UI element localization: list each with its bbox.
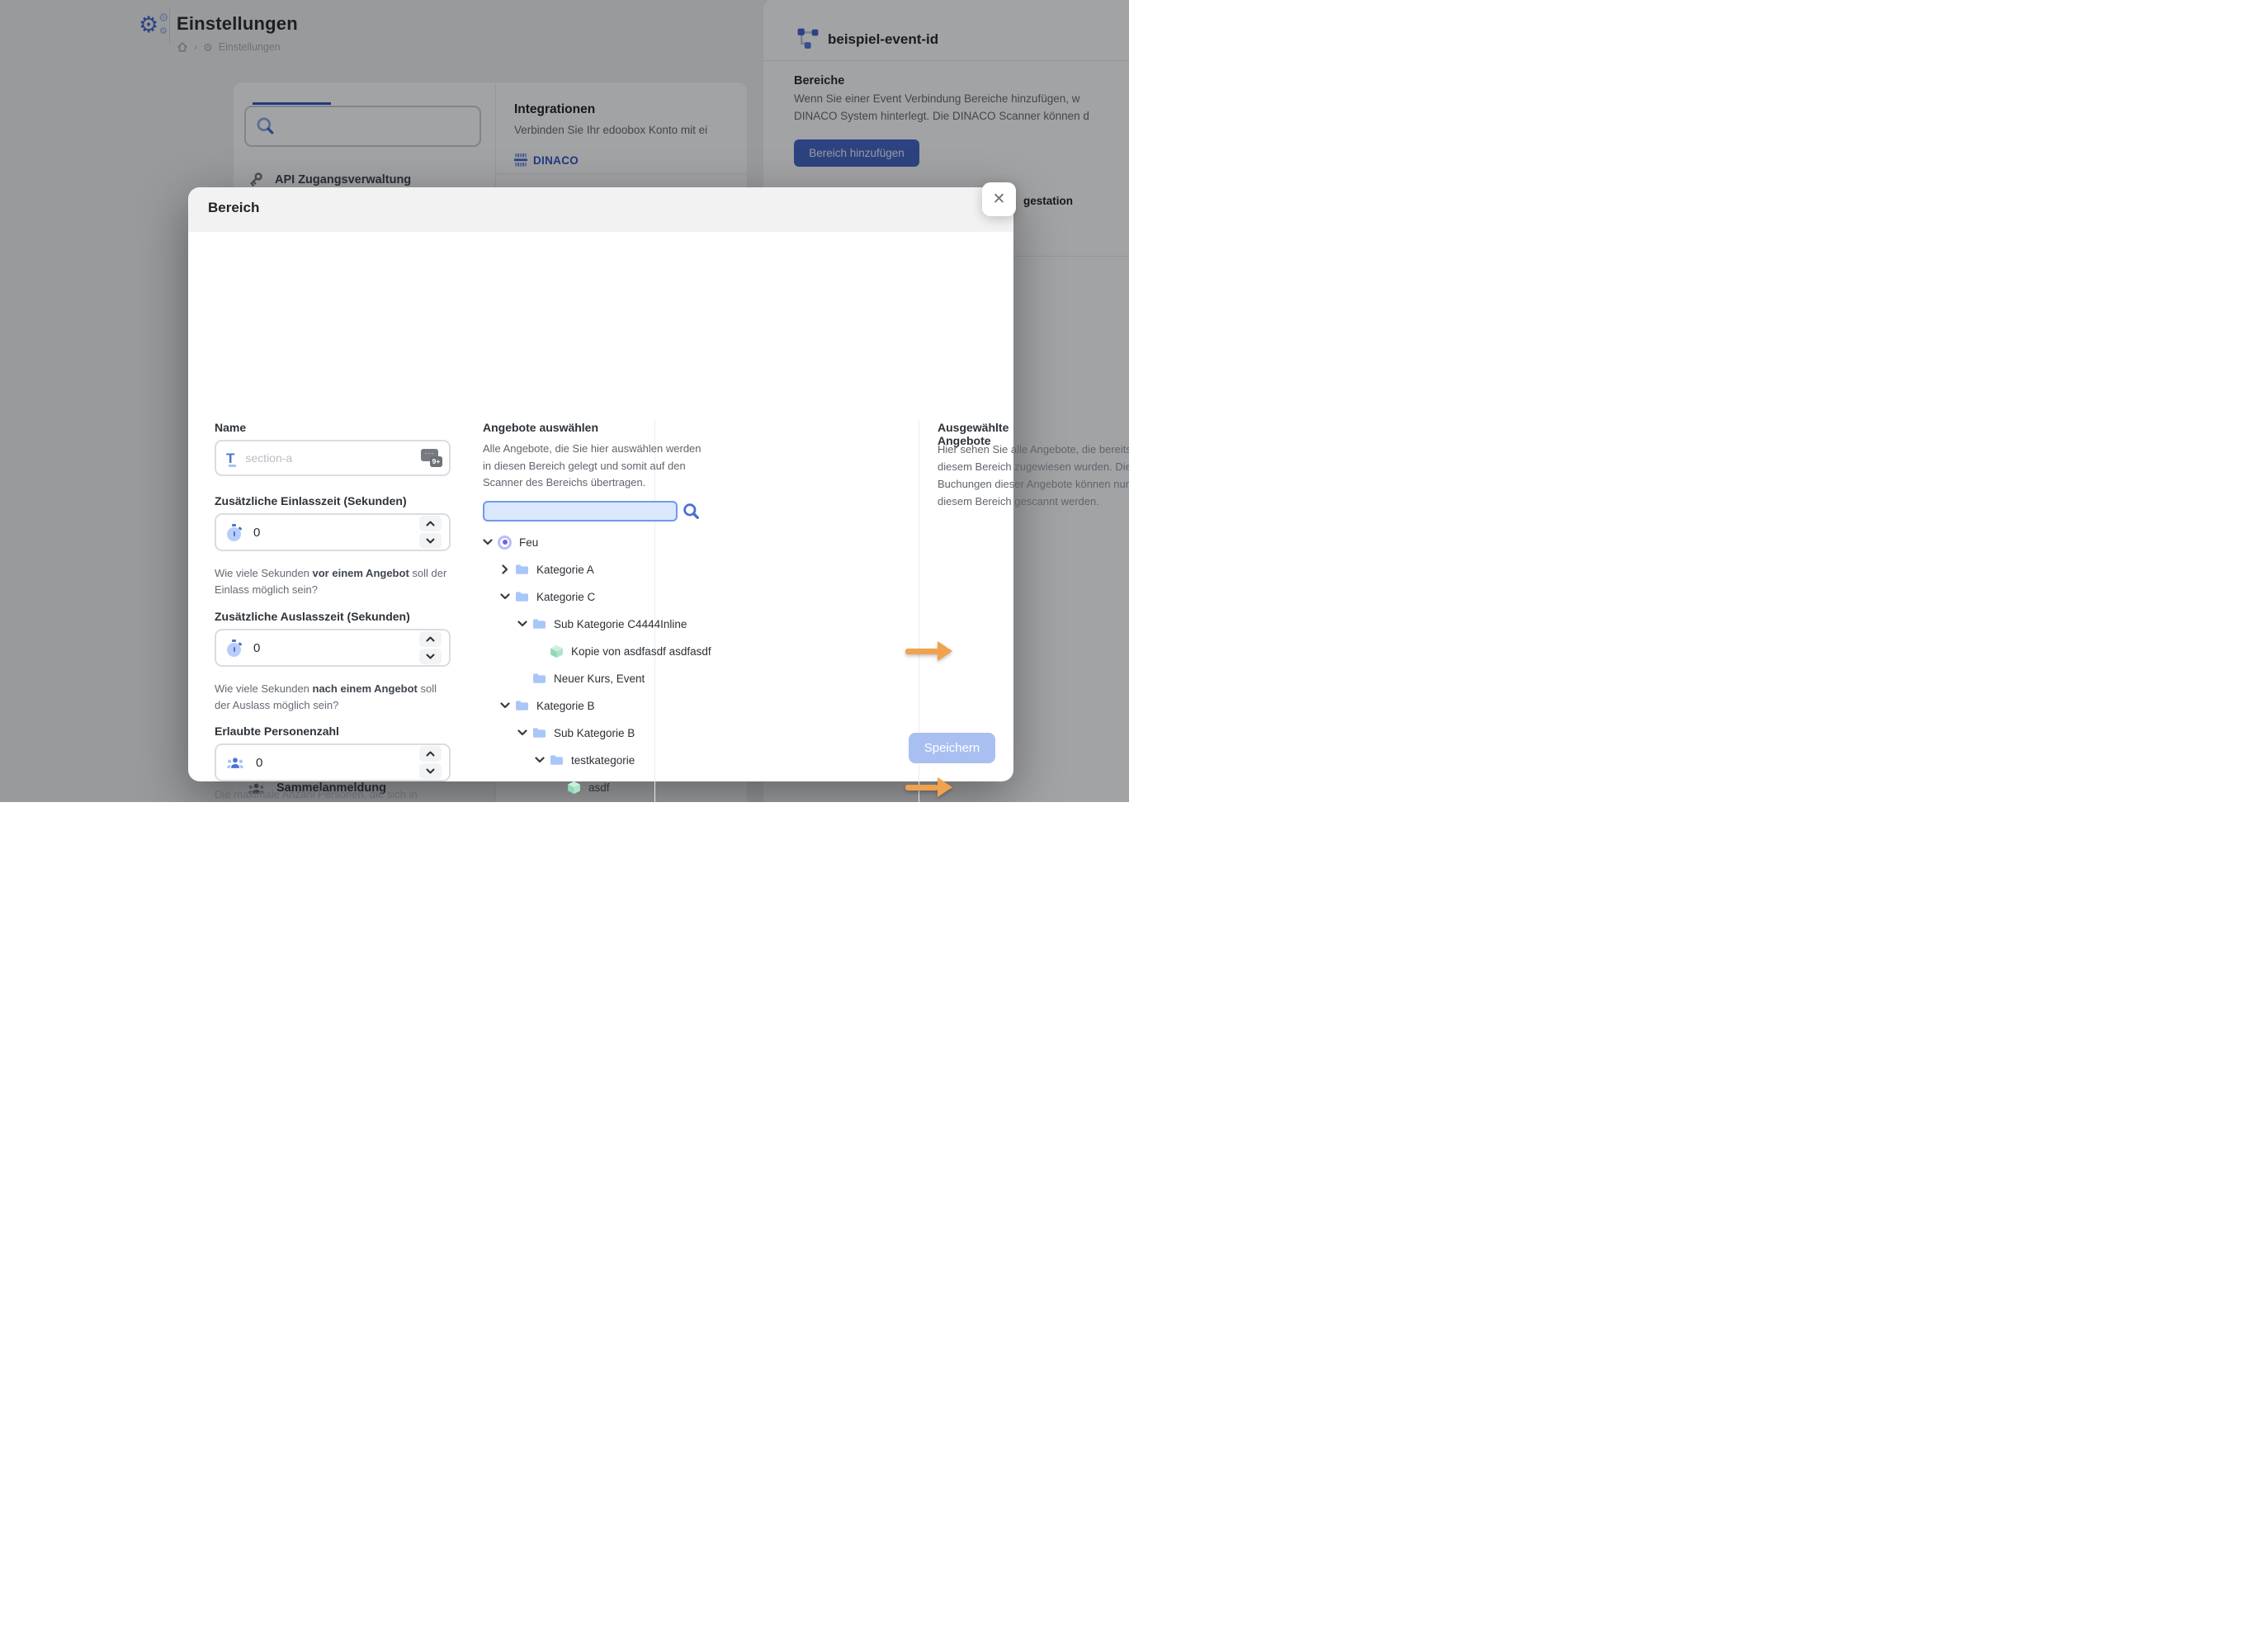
- name-field-label: Name: [215, 421, 246, 434]
- personenzahl-help: Die maximale Anzahl Personen, die sich i…: [215, 786, 452, 802]
- tree-item-label: Kopie von asdfasdf asdfasdf: [571, 645, 711, 658]
- save-button[interactable]: Speichern: [909, 733, 995, 763]
- chevron-down-icon[interactable]: [500, 592, 510, 602]
- offers-search-input[interactable]: [483, 501, 678, 522]
- stepper-up-button[interactable]: [419, 746, 442, 762]
- stepper-down-button[interactable]: [419, 763, 442, 779]
- cube-icon: [567, 781, 581, 795]
- chevron-down-icon[interactable]: [517, 728, 527, 738]
- stopwatch-icon: [226, 524, 242, 541]
- tree-item-label: Sub Kategorie C4444Inline: [554, 618, 687, 630]
- text-type-icon: T: [226, 451, 234, 465]
- bereich-modal: Bereich Name T section-a ··· 9+ Zusätzli…: [188, 187, 1013, 781]
- modal-title: Bereich: [208, 200, 259, 216]
- tree-item[interactable]: Kategorie C: [500, 585, 595, 608]
- name-input-placeholder: section-a: [245, 451, 292, 465]
- search-icon[interactable]: [683, 503, 700, 520]
- tree-item[interactable]: asdf: [552, 776, 610, 799]
- folder-icon: [550, 754, 564, 766]
- cube-icon: [550, 644, 564, 658]
- tree-item[interactable]: Kategorie A: [500, 558, 594, 581]
- tree-item-label: Kategorie B: [536, 700, 595, 712]
- personenzahl-label: Erlaubte Personenzahl: [215, 725, 339, 738]
- tree-item-label: Kategorie A: [536, 564, 594, 576]
- stepper-down-button[interactable]: [419, 533, 442, 549]
- stepper-up-button[interactable]: [419, 516, 442, 531]
- folder-icon: [515, 564, 529, 575]
- folder-icon: [515, 700, 529, 711]
- modal-header: Bereich: [188, 187, 1013, 232]
- auslasszeit-help: Wie viele Sekunden nach einem Angebot so…: [215, 681, 452, 714]
- name-input[interactable]: T section-a ··· 9+: [215, 440, 451, 476]
- chevron-right-icon[interactable]: [500, 564, 510, 574]
- tree-item-label: Sub Kategorie B: [554, 727, 635, 739]
- app-workspace: ⚙ ⚙ ⚙ Einstellungen › ⚙ Einstellungen: [0, 0, 1129, 802]
- modal-close-button[interactable]: ✕: [982, 182, 1016, 216]
- screenshot-root: ⚙ ⚙ ⚙ Einstellungen › ⚙ Einstellungen: [0, 0, 1129, 826]
- pointer-arrow-icon: [905, 641, 952, 661]
- einlasszeit-help: Wie viele Sekunden vor einem Angebot sol…: [215, 565, 452, 598]
- tree-item-label: asdf: [588, 781, 610, 794]
- auslasszeit-input[interactable]: 0: [215, 629, 451, 667]
- tree-item-label: testkategorie: [571, 754, 635, 767]
- folder-icon: [532, 673, 546, 684]
- tree-item[interactable]: Feu: [483, 531, 538, 554]
- einlasszeit-value: 0: [253, 526, 260, 540]
- einlasszeit-label: Zusätzliche Einlasszeit (Sekunden): [215, 494, 407, 507]
- browser-extension-icon[interactable]: ··· 9+: [421, 449, 442, 467]
- stepper-down-button[interactable]: [419, 649, 442, 664]
- tree-item[interactable]: Kategorie B: [500, 694, 595, 717]
- auslasszeit-value: 0: [253, 641, 260, 655]
- tree-item[interactable]: testkategorie: [535, 748, 635, 772]
- tree-item[interactable]: Neuer Kurs, Event: [517, 667, 645, 690]
- selected-offers-description: Hier sehen Sie alle Angebote, die bereit…: [938, 441, 1129, 510]
- radio-icon: [498, 536, 512, 550]
- auslasszeit-label: Zusätzliche Auslasszeit (Sekunden): [215, 610, 410, 623]
- folder-icon: [532, 727, 546, 739]
- stepper-up-button[interactable]: [419, 631, 442, 647]
- offers-description: Alle Angebote, die Sie hier auswählen we…: [483, 441, 707, 492]
- chevron-down-icon[interactable]: [535, 755, 545, 765]
- chevron-down-icon[interactable]: [517, 619, 527, 629]
- offers-title: Angebote auswählen: [483, 421, 598, 434]
- stopwatch-icon: [226, 640, 242, 657]
- close-icon: ✕: [993, 190, 1006, 209]
- tree-item-label: Kategorie C: [536, 591, 595, 603]
- pointer-arrow-icon: [905, 777, 952, 797]
- tree-item-label: Feu: [519, 536, 538, 549]
- chevron-down-icon[interactable]: [483, 537, 493, 547]
- personenzahl-input[interactable]: 0: [215, 743, 451, 781]
- folder-icon: [515, 591, 529, 602]
- tree-item[interactable]: Kopie von asdfasdf asdfasdf: [535, 640, 711, 663]
- personenzahl-value: 0: [256, 756, 262, 770]
- einlasszeit-input[interactable]: 0: [215, 513, 451, 551]
- chevron-down-icon[interactable]: [500, 701, 510, 710]
- folder-icon: [532, 618, 546, 630]
- people-group-icon: [226, 757, 244, 769]
- tree-item-label: Neuer Kurs, Event: [554, 673, 645, 685]
- tree-item[interactable]: Sub Kategorie C4444Inline: [517, 612, 687, 635]
- tree-item[interactable]: Sub Kategorie B: [517, 721, 635, 744]
